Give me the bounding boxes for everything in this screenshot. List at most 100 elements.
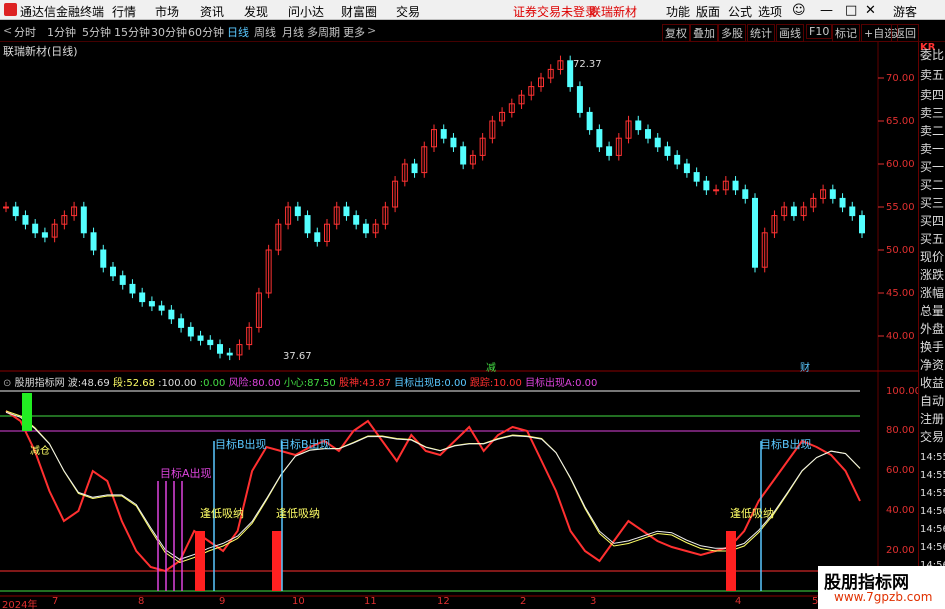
finance-marker[interactable]: 财 [800,359,810,374]
indicator-god-label: 股神: [338,378,363,389]
buy-signal-bar [726,531,736,591]
chart-title: 联瑞新材(日线) [3,45,78,58]
tick-time: 14:55 [920,488,945,499]
date-tick: 2024年 [2,600,38,609]
candle-body [859,215,865,234]
app-window: 通达信金融终端 行情 市场 资讯 发现 问小达 财富圈 交易 证券交易未登录 联… [0,0,945,609]
price-tick: 40.00 [886,331,915,342]
date-tick: 3 [590,596,597,607]
candle-body [226,352,233,356]
quote-field: 总量 [920,304,945,318]
candle-body [129,283,136,294]
indicator-name[interactable]: 股朋指标网 [15,378,65,389]
indicator-targetb-label: 目标出现B: [394,378,445,389]
price-tick: 60.00 [886,159,915,170]
indicator-targeta-label: 目标出现A: [525,378,576,389]
candle-body [703,180,710,191]
indicator-series [0,390,861,592]
candle-body [450,137,457,148]
quote-field: 买二 [920,178,945,192]
quote-field: 卖四 [920,88,945,102]
indicator-wave-label: 波: [67,378,82,389]
candle-body [304,215,311,234]
quote-field: 卖五 [920,68,945,82]
candle-body [567,60,574,88]
tick-time: 14:55 [920,452,945,463]
candle-body [217,344,223,354]
target-a-label: 目标A出现 [160,467,212,480]
date-tick: 12 [437,596,450,607]
candle-body [139,292,146,303]
candle-body [119,275,126,285]
trade-button[interactable]: 交易 [920,428,944,445]
register-button[interactable]: 注册 [920,410,944,427]
quote-field: 净资 [920,358,945,372]
indicator-tick: 100.00 [886,386,921,397]
chart-canvas[interactable] [0,0,945,609]
quote-field: 卖三 [920,106,945,120]
candle-body [460,146,467,165]
quote-field: 买三 [920,196,945,210]
quote-field: 买五 [920,232,945,246]
quote-field: 外盘 [920,322,945,336]
candle-body [635,120,642,131]
quote-field: 收益 [920,376,945,390]
candle-body [148,301,155,307]
date-tick: 4 [735,596,742,607]
price-tick: 45.00 [886,288,915,299]
candle-body [197,335,204,341]
date-tick: 2 [520,596,527,607]
indicator-track-label: 跟踪: [469,378,494,389]
indicator-caution-value: 87.50 [307,378,336,389]
quote-field: 卖一 [920,142,945,156]
indicator-header: ⊙ 股朋指标网 波:48.69 段:52.68 :100.00 :0.00 风险… [3,374,597,389]
candle-body [411,163,418,174]
site-watermark: 股朋指标网 www.7gpzb.com [818,566,945,609]
tick-time: 14:56 [920,524,945,535]
reduce-marker[interactable]: 减 [486,359,496,374]
target-b-label: 目标B出现 [760,438,812,451]
candle-body [829,189,836,199]
candle-body [110,266,116,277]
indicator-risk-label: 风险: [228,378,252,389]
candle-body [606,146,613,156]
date-tick: 10 [292,596,305,607]
buy-signal-bar [195,531,205,591]
indicator-expand-icon[interactable]: ⊙ [3,378,11,389]
low-price-label: 37.67 [283,351,312,362]
price-tick: 50.00 [886,245,915,256]
buy-dip-label: 逢低吸纳 [276,507,320,520]
candle-body [158,305,165,311]
candle-body [3,206,9,209]
indicator-segment-label: 段: [112,378,127,389]
candle-body [645,129,651,139]
price-tick: 55.00 [886,202,915,213]
candle-body [654,137,661,148]
indicator-targetb-value: 0.00 [444,378,467,389]
target-b-label: 目标B出现 [279,438,331,451]
quote-field: 买四 [920,214,945,228]
candle-body [32,223,39,234]
indicator-wave-value: 48.69 [81,378,110,389]
candlestick-series [3,55,865,361]
high-price-label: 72.37 [573,59,602,70]
candle-body [353,215,360,225]
price-tick: 65.00 [886,116,915,127]
candle-body [674,154,681,165]
candle-body [294,206,301,217]
target-b-label: 目标B出现 [215,438,267,451]
reduce-position-label: 减仓 [30,446,50,457]
date-tick: 9 [219,596,226,607]
quote-field: 涨跌 [920,268,945,282]
indicator-line-value: 100.00 [161,378,197,389]
candle-body [22,215,29,225]
candle-body [41,232,48,238]
candle-body [90,232,97,251]
auto-button[interactable]: 自动 [920,392,944,409]
candle-body [742,189,749,199]
candle-body [178,318,185,328]
candle-body [187,326,194,337]
candle-body [664,146,671,156]
candle-body [440,129,447,139]
candle-body [713,189,720,192]
